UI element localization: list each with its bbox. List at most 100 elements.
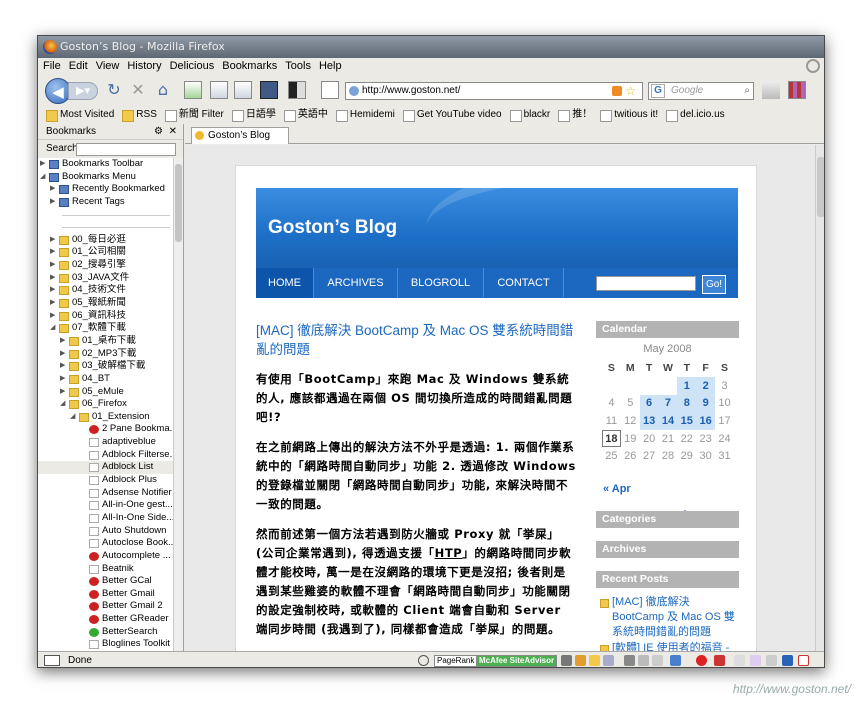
- tree-item[interactable]: Adsense Notifier: [38, 487, 174, 500]
- toolbar-button-icon[interactable]: [762, 81, 780, 99]
- reload-button[interactable]: ↻: [106, 79, 122, 101]
- tree-item[interactable]: ▶ 02_MP3下載: [38, 348, 174, 361]
- go-button[interactable]: Go!: [702, 275, 726, 294]
- collapse-arrow-icon[interactable]: ◢: [50, 322, 58, 335]
- tree-item[interactable]: Autocomplete ...: [38, 550, 174, 563]
- tree-item[interactable]: ▶ 01_公司相關: [38, 246, 174, 259]
- tree-item[interactable]: Adblock Filterse...: [38, 449, 174, 462]
- calendar-day[interactable]: 9: [696, 394, 716, 413]
- history-icon[interactable]: [234, 81, 252, 99]
- tree-item[interactable]: 2 Pane Bookma...: [38, 423, 174, 436]
- menu-tools[interactable]: Tools: [282, 58, 314, 74]
- tree-item[interactable]: All-In-One Side...: [38, 512, 174, 525]
- tree-item[interactable]: Adblock List: [38, 461, 174, 475]
- recent-post-1[interactable]: [MAC] 徹底解決 BootCamp 及 Mac OS 雙系統時間錯亂的問題: [596, 595, 739, 640]
- expand-arrow-icon[interactable]: ▶: [50, 284, 58, 297]
- bookmark-item[interactable]: 英語中: [283, 106, 328, 124]
- expand-arrow-icon[interactable]: ▶: [60, 348, 68, 361]
- status-page-icon[interactable]: [603, 655, 614, 666]
- status-list-icon[interactable]: [766, 655, 777, 666]
- tree-item[interactable]: ▶ 02_搜尋引擎: [38, 259, 174, 272]
- tree-item[interactable]: ◢ 07_軟體下載: [38, 322, 174, 335]
- forward-button[interactable]: ▶▾: [68, 82, 98, 100]
- search-icon[interactable]: ⌕: [744, 83, 750, 99]
- menu-edit[interactable]: Edit: [66, 58, 91, 74]
- bookmark-item[interactable]: 推！: [558, 106, 592, 124]
- menu-delicious[interactable]: Delicious: [167, 58, 218, 74]
- rss-icon[interactable]: [612, 86, 622, 96]
- menu-bookmarks[interactable]: Bookmarks: [219, 58, 280, 74]
- search-input[interactable]: G Google ⌕: [648, 82, 754, 100]
- calendar-day[interactable]: 6: [639, 394, 659, 413]
- page-scrollbar-thumb[interactable]: [817, 157, 824, 217]
- status-calendar-icon[interactable]: [638, 655, 649, 666]
- tree-item[interactable]: ▶ 03_破解檔下載: [38, 360, 174, 373]
- nav-contact[interactable]: CONTACT: [484, 268, 564, 298]
- nav-home[interactable]: HOME: [256, 268, 314, 298]
- status-mail-icon[interactable]: [652, 655, 663, 666]
- tree-item[interactable]: ▶ Recently Bookmarked: [38, 183, 174, 196]
- htp-link[interactable]: HTP: [435, 546, 463, 560]
- status-doc-icon[interactable]: [734, 655, 745, 666]
- menu-history[interactable]: History: [124, 58, 164, 74]
- collapse-arrow-icon[interactable]: ◢: [60, 398, 68, 411]
- addon-grid-icon[interactable]: [788, 81, 806, 99]
- calendar-day[interactable]: 2: [696, 377, 716, 395]
- tree-item[interactable]: ▶ 06_資訊科技: [38, 310, 174, 323]
- blog-search-input[interactable]: [596, 276, 696, 291]
- collapse-arrow-icon[interactable]: ◢: [40, 171, 48, 184]
- bookmark-item[interactable]: 新聞 Filter: [164, 106, 224, 124]
- gear-icon[interactable]: ⚙: [154, 124, 163, 140]
- sidebar-toggle-icon[interactable]: [210, 81, 228, 99]
- blog-title[interactable]: Goston’s Blog: [268, 217, 397, 239]
- tree-item[interactable]: ▶ 01_桌布下載: [38, 335, 174, 348]
- expand-arrow-icon[interactable]: ▶: [60, 386, 68, 399]
- expand-arrow-icon[interactable]: ▶: [50, 259, 58, 272]
- expand-arrow-icon[interactable]: ▶: [50, 297, 58, 310]
- pagerank-badge[interactable]: PageRank: [434, 655, 478, 667]
- tree-item[interactable]: ▶ 05_報紙新聞: [38, 297, 174, 310]
- categories-heading[interactable]: Categories: [596, 511, 739, 528]
- download-icon[interactable]: [184, 81, 202, 99]
- status-zoom-icon[interactable]: [750, 655, 761, 666]
- calendar-day[interactable]: 15: [677, 412, 697, 430]
- sidebar-search-input[interactable]: [76, 143, 176, 156]
- sidebar-scrollbar[interactable]: [173, 158, 183, 651]
- expand-arrow-icon[interactable]: ▶: [60, 360, 68, 373]
- bookmark-star-icon[interactable]: [260, 81, 278, 99]
- tree-item[interactable]: Better GReader: [38, 613, 174, 626]
- tree-item[interactable]: ▶ 00_每日必逛: [38, 234, 174, 247]
- expand-arrow-icon[interactable]: ▶: [50, 310, 58, 323]
- bookmark-item[interactable]: Most Visited: [46, 106, 114, 124]
- bookmark-item[interactable]: twitious it!: [600, 106, 658, 124]
- qr-icon[interactable]: [321, 81, 339, 99]
- bookmark-item[interactable]: blackr: [509, 106, 550, 124]
- collapse-arrow-icon[interactable]: ◢: [70, 411, 78, 424]
- tree-item[interactable]: ◢ 01_Extension: [38, 411, 174, 424]
- menu-view[interactable]: View: [93, 58, 123, 74]
- prev-month-link[interactable]: « Apr: [603, 483, 631, 495]
- bookmark-item[interactable]: RSS: [122, 106, 157, 124]
- tree-item[interactable]: Beatnik: [38, 563, 174, 576]
- expand-arrow-icon[interactable]: ▶: [60, 335, 68, 348]
- status-lock-icon[interactable]: [714, 655, 725, 666]
- tab-goston-blog[interactable]: Goston’s Blog: [191, 127, 289, 144]
- calendar-day[interactable]: 13: [639, 412, 659, 430]
- expand-arrow-icon[interactable]: ▶: [50, 183, 58, 196]
- siteadvisor-badge[interactable]: McAfee SiteAdvisor: [476, 655, 558, 667]
- tree-item[interactable]: Autoclose Book...: [38, 537, 174, 550]
- url-bar[interactable]: http://www.goston.net/ ☆: [345, 82, 643, 100]
- tree-item[interactable]: ▶ 03_JAVA文件: [38, 272, 174, 285]
- tree-item[interactable]: Better Gmail 2: [38, 600, 174, 613]
- tree-item[interactable]: ▶ 04_BT: [38, 373, 174, 386]
- tree-item[interactable]: Better Gmail: [38, 588, 174, 601]
- menu-help[interactable]: Help: [316, 58, 345, 74]
- star-icon[interactable]: ☆: [625, 83, 636, 99]
- status-arrows-icon[interactable]: [670, 655, 681, 666]
- status-folder-icon[interactable]: [589, 655, 600, 666]
- expand-arrow-icon[interactable]: ▶: [40, 158, 48, 171]
- tree-item[interactable]: All-in-One gest...: [38, 499, 174, 512]
- status-tool-icon[interactable]: [561, 655, 572, 666]
- menu-file[interactable]: File: [40, 58, 64, 74]
- expand-arrow-icon[interactable]: ▶: [50, 272, 58, 285]
